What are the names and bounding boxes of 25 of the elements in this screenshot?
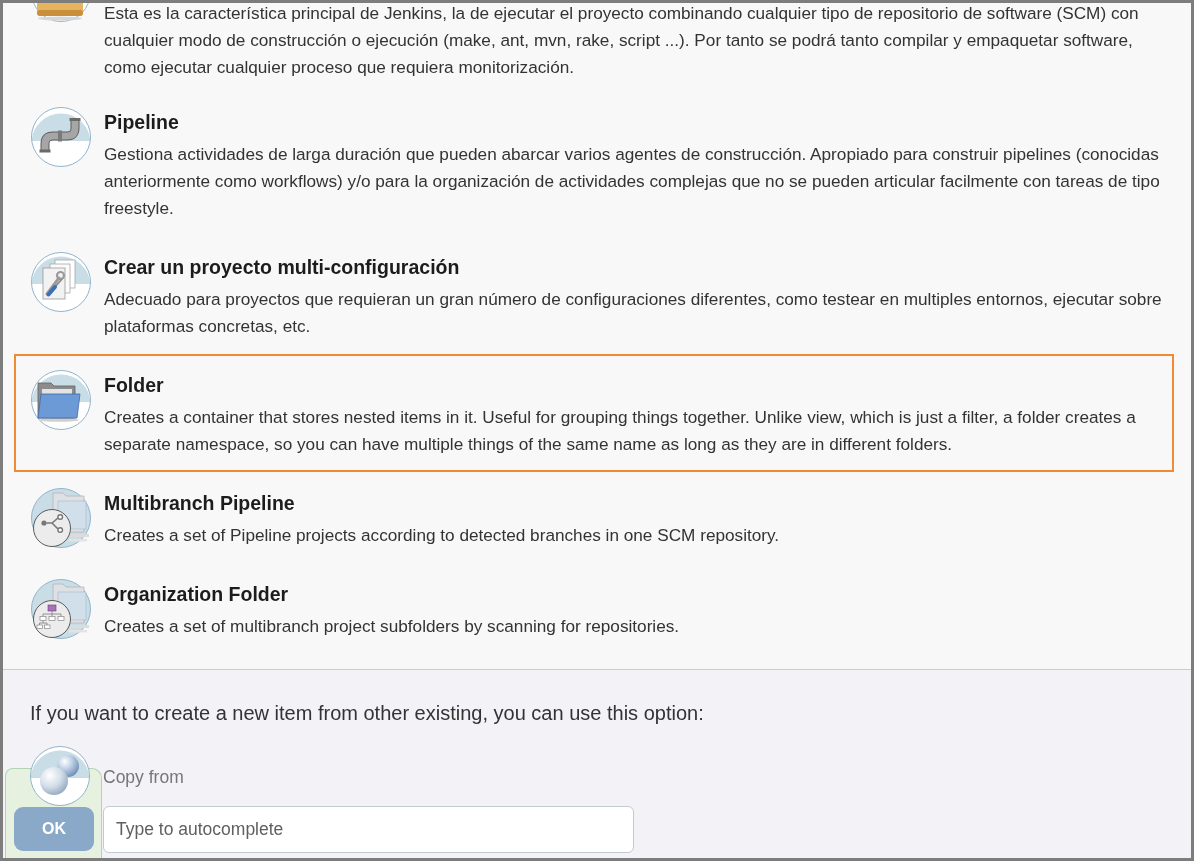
- org-chart-folder-icon: [31, 579, 91, 639]
- copy-from-label: Copy from: [103, 766, 184, 788]
- copy-from-field[interactable]: Type to autocomplete: [103, 806, 634, 853]
- spheres-icon: [30, 746, 90, 806]
- copy-option-prompt: If you want to create a new item from other existing, you can use this option:: [30, 701, 705, 725]
- job-type-item[interactable]: [14, 354, 1174, 472]
- box-icon: [31, 3, 91, 22]
- job-type-item[interactable]: Organization Folder Creates a set of multibranch project subfolders by scanning for repositories.: [14, 563, 1174, 654]
- job-type-title: Multibranch Pipeline: [104, 491, 296, 515]
- job-type-description: Creates a set of Pipeline projects according to detected branches in one SCM repository.: [104, 524, 781, 547]
- job-type-title: Organization Folder: [104, 582, 290, 606]
- job-type-description: Gestiona actividades de larga duración que pueden abarcar varios agentes de construcción. Apropiado para construir pipelines (conocidas anteriormente como workflows) y/o para la organización de actividades complejas que no se pueden articular facilmente con tareas de tipo freestyle.: [104, 143, 1161, 220]
- job-type-description: Creates a container that stores nested items in it. Useful for grouping things together. Unlike view, which is just a filter, a folder creates a separate namespace, so you can have multiple things of the same name as long as they are in different folders.: [104, 406, 1137, 456]
- job-type-item[interactable]: Crear un proyecto multi-configuración Adecuado para proyectos que requieran un gran número de configuraciones diferentes, como testear en multiples entornos, ejecutar sobre plataformas concretas, etc.: [14, 236, 1174, 354]
- folder-icon: [31, 370, 91, 430]
- job-type-item[interactable]: Multibranch Pipeline Creates a set of Pipeline projects according to detected branches in one SCM repository.: [14, 472, 1174, 563]
- job-type-description: Creates a set of multibranch project subfolders by scanning for repositories.: [104, 615, 681, 638]
- job-type-title: Crear un proyecto multi-configuración: [104, 255, 461, 279]
- branch-folder-icon: [31, 488, 91, 548]
- pipe-icon: [31, 107, 91, 167]
- job-type-title: Pipeline: [104, 110, 180, 134]
- documents-tools-icon: [31, 252, 91, 312]
- job-type-description: Adecuado para proyectos que requieran un gran número de configuraciones diferentes, como testear en multiples entornos, ejecutar sobre plataformas concretas, etc.: [104, 288, 1162, 338]
- job-type-description: Esta es la característica principal de Jenkins, la de ejecutar el proyecto combinando cualquier tipo de repositorio de software (SCM) con cualquier modo de construcción o ejecución (make, ant, mvn, rake, script ...). Por tanto se podrá tanto compilar y empaquetar software, como ejecutar cualquier proceso que requiera monitorización.: [104, 3, 1140, 79]
- job-type-title: Folder: [104, 373, 165, 397]
